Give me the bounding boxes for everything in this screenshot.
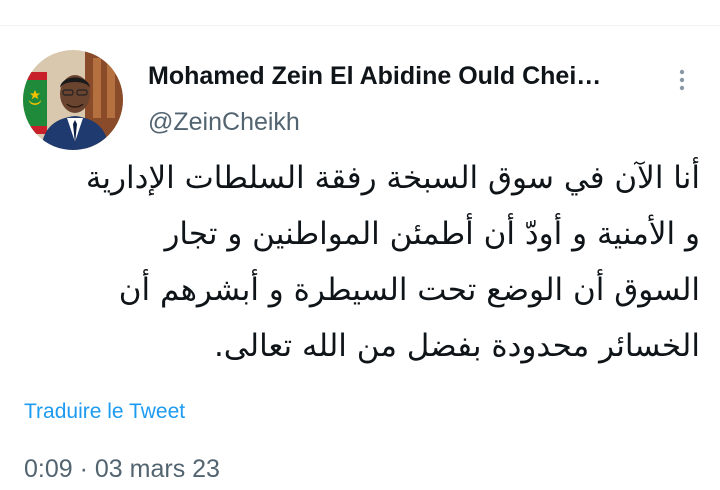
tweet-text-line: السوق أن الوضع تحت السيطرة و أبشرهم أن <box>118 272 700 308</box>
author-avatar[interactable] <box>23 50 123 150</box>
tweet-text-line: الخسائر محدودة بفضل من الله تعالى. <box>213 328 700 364</box>
more-vertical-icon <box>679 69 685 91</box>
translate-tweet-link[interactable]: Traduire le Tweet <box>24 400 185 424</box>
more-options-button[interactable] <box>664 62 700 98</box>
tweet-text: أنا الآن في سوق السبخة رفقة السلطات الإد… <box>20 150 700 374</box>
author-handle[interactable]: @ZeinCheikh <box>148 108 300 137</box>
tweet-timestamp: 0:09 · 03 mars 23 <box>24 455 220 484</box>
author-name[interactable]: Mohamed Zein El Abidine Ould Chei… <box>148 62 601 91</box>
tweet-card: Mohamed Zein El Abidine Ould Chei… @Zein… <box>0 0 720 490</box>
tweet-text-line: أنا الآن في سوق السبخة رفقة السلطات الإد… <box>85 160 700 196</box>
timestamp-separator: · <box>72 455 95 483</box>
tweet-text-line: و الأمنية و أودّ أن أطمئن المواطنين و تج… <box>164 216 700 252</box>
tweet-date[interactable]: 03 mars 23 <box>95 455 220 484</box>
top-divider <box>0 25 720 26</box>
profile-photo-icon <box>23 50 123 150</box>
tweet-time[interactable]: 0:09 <box>24 455 73 484</box>
